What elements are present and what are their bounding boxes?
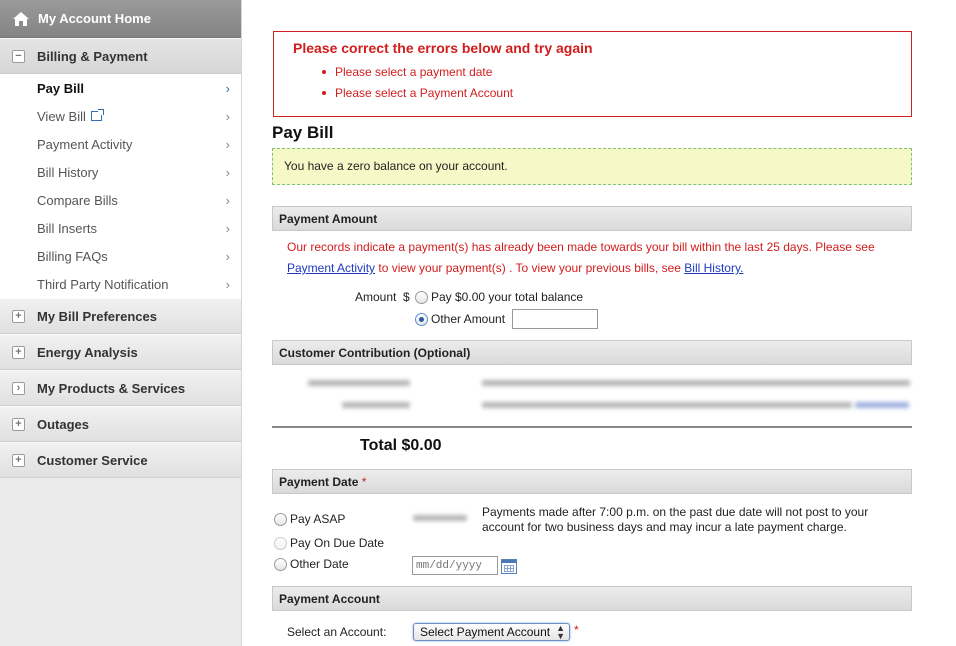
sidebar-item-compare-bills[interactable]: Compare Bills ›: [0, 186, 241, 214]
payment-date-header-label: Payment Date: [279, 475, 359, 489]
payment-date-header: Payment Date *: [272, 469, 912, 494]
sidebar-section-label: Billing & Payment: [37, 48, 148, 64]
payment-activity-link[interactable]: Payment Activity: [287, 261, 375, 275]
pay-on-due-date-radio[interactable]: [274, 537, 287, 550]
sidebar-section-customer-service[interactable]: + Customer Service: [0, 442, 241, 478]
other-date-label: Other Date: [290, 557, 349, 571]
sidebar-section-outages[interactable]: + Outages: [0, 406, 241, 442]
sidebar-item-label: Billing FAQs: [37, 248, 108, 264]
sidebar-section-label: My Bill Preferences: [37, 308, 157, 324]
chevron-right-icon: ›: [225, 81, 230, 96]
home-label: My Account Home: [38, 11, 151, 26]
bill-history-link[interactable]: Bill History.: [684, 261, 743, 275]
payment-account-select[interactable]: Select Payment Account ▲ ▼: [413, 623, 570, 641]
error-summary: Please correct the errors below and try …: [273, 31, 912, 117]
sidebar-item-billing-faqs[interactable]: Billing FAQs ›: [0, 242, 241, 270]
sidebar-item-label: Bill Inserts: [37, 220, 97, 236]
sidebar-item-label: Third Party Notification: [37, 276, 169, 292]
expand-icon: +: [12, 345, 25, 359]
chevron-right-icon: ›: [225, 249, 230, 264]
amount-label: Amount: [355, 290, 397, 304]
total-amount: Total $0.00: [360, 437, 442, 454]
asap-date-blurred: [413, 515, 467, 521]
sidebar-item-third-party-notification[interactable]: Third Party Notification ›: [0, 270, 241, 298]
home-icon: [13, 11, 29, 26]
expand-icon: +: [12, 417, 25, 431]
pay-total-label: Pay $0.00 your total balance: [431, 290, 584, 304]
currency-symbol: $: [403, 290, 410, 304]
expand-icon: +: [12, 453, 25, 467]
sidebar-section-label: My Products & Services: [37, 380, 186, 396]
other-amount-input[interactable]: [512, 309, 598, 329]
pay-asap-label: Pay ASAP: [290, 512, 346, 526]
sidebar-item-label: View Bill: [37, 108, 86, 124]
sidebar-section-energy-analysis[interactable]: + Energy Analysis: [0, 334, 241, 370]
chevron-right-icon: ›: [225, 109, 230, 124]
balance-notice: You have a zero balance on your account.: [272, 148, 912, 185]
info-text: Our records indicate a payment(s) has al…: [287, 240, 875, 254]
error-list: Please select a payment date Please sele…: [322, 65, 513, 107]
sidebar-item-label: Compare Bills: [37, 192, 118, 208]
select-account-label: Select an Account:: [287, 625, 387, 639]
expand-icon: +: [12, 309, 25, 323]
info-text: to view your payment(s) . To view your p…: [378, 261, 681, 275]
chevron-right-box-icon: ›: [12, 381, 25, 395]
collapse-icon: −: [12, 49, 25, 63]
sidebar-section-label: Customer Service: [37, 452, 148, 468]
select-value: Select Payment Account: [420, 625, 551, 639]
other-date-radio[interactable]: [274, 558, 287, 571]
pay-asap-radio[interactable]: [274, 513, 287, 526]
sidebar-item-view-bill[interactable]: View Bill ›: [0, 102, 241, 130]
chevron-right-icon: ›: [225, 221, 230, 236]
page-title: Pay Bill: [272, 123, 334, 142]
external-link-icon: [90, 109, 104, 121]
sidebar-section-bill-preferences[interactable]: + My Bill Preferences: [0, 298, 241, 334]
error-item: Please select a Payment Account: [322, 86, 513, 107]
chevron-right-icon: ›: [225, 137, 230, 152]
sidebar-section-label: Outages: [37, 416, 90, 432]
my-account-home-link[interactable]: My Account Home: [0, 0, 241, 38]
other-date-input[interactable]: [412, 556, 498, 575]
sidebar: My Account Home − Billing & Payment Pay …: [0, 0, 242, 646]
sidebar-item-label: Bill History: [37, 164, 99, 180]
other-amount-radio[interactable]: [415, 313, 428, 326]
chevron-right-icon: ›: [225, 193, 230, 208]
sidebar-section-products-services[interactable]: › My Products & Services: [0, 370, 241, 406]
sidebar-section-billing[interactable]: − Billing & Payment: [0, 38, 241, 74]
sidebar-item-label: Pay Bill: [37, 80, 84, 96]
sidebar-item-payment-activity[interactable]: Payment Activity ›: [0, 130, 241, 158]
required-mark: *: [361, 475, 367, 489]
pay-total-radio[interactable]: [415, 291, 428, 304]
customer-contribution-header: Customer Contribution (Optional): [272, 340, 912, 365]
other-amount-label: Other Amount: [431, 312, 506, 326]
total-divider: [272, 426, 912, 428]
calendar-icon[interactable]: [501, 559, 517, 574]
select-arrows-icon: ▲ ▼: [556, 623, 565, 641]
required-mark: *: [574, 623, 579, 637]
payment-account-header: Payment Account: [272, 586, 912, 611]
payment-info-message: Our records indicate a payment(s) has al…: [287, 237, 902, 279]
payment-amount-header: Payment Amount: [272, 206, 912, 231]
late-payment-note: Payments made after 7:00 p.m. on the pas…: [482, 505, 869, 534]
sidebar-section-label: Energy Analysis: [37, 344, 138, 360]
error-title: Please correct the errors below and try …: [293, 40, 593, 56]
sidebar-item-bill-inserts[interactable]: Bill Inserts ›: [0, 214, 241, 242]
error-item: Please select a payment date: [322, 65, 513, 86]
sidebar-item-label: Payment Activity: [37, 136, 133, 152]
sidebar-item-pay-bill[interactable]: Pay Bill ›: [0, 74, 241, 102]
chevron-right-icon: ›: [225, 277, 230, 292]
pay-on-due-date-label: Pay On Due Date: [290, 536, 385, 550]
chevron-right-icon: ›: [225, 165, 230, 180]
sidebar-item-bill-history[interactable]: Bill History ›: [0, 158, 241, 186]
billing-submenu: Pay Bill › View Bill › Payment Activity › B…: [0, 74, 241, 298]
